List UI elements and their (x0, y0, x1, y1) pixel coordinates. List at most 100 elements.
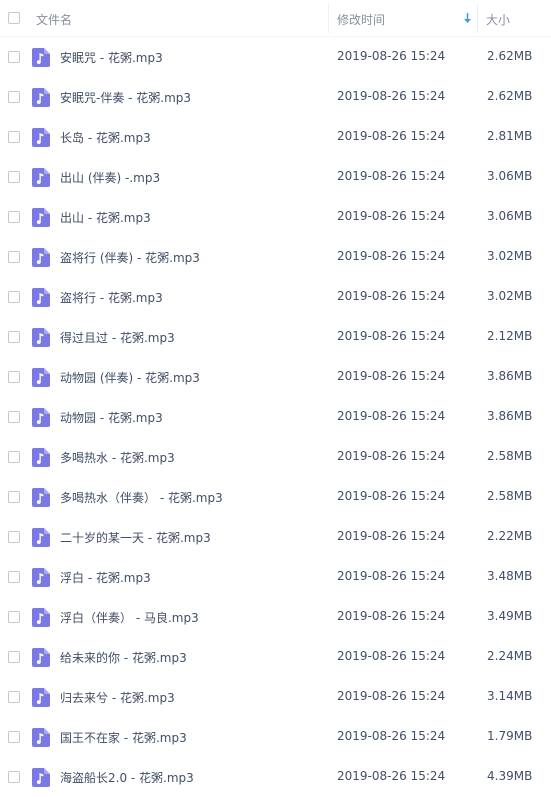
file-row[interactable]: 归去来兮 - 花粥.mp3 2019-08-26 15:24 3.14MB (0, 677, 551, 717)
music-file-icon (32, 608, 50, 627)
music-file-icon (32, 448, 50, 467)
row-checkbox[interactable] (8, 251, 20, 263)
file-modified-time: 2019-08-26 15:24 (337, 409, 446, 423)
file-name[interactable]: 盗将行 - 花粥.mp3 (60, 289, 163, 306)
file-modified-time: 2019-08-26 15:24 (337, 449, 446, 463)
music-file-icon (32, 328, 50, 347)
file-modified-time: 2019-08-26 15:24 (337, 369, 446, 383)
file-row[interactable]: 动物园 (伴奏) - 花粥.mp3 2019-08-26 15:24 3.86MB (0, 357, 551, 397)
row-checkbox[interactable] (8, 771, 20, 783)
column-header-name[interactable]: 文件名 (36, 11, 72, 28)
select-all-checkbox[interactable] (8, 12, 20, 24)
file-modified-time: 2019-08-26 15:24 (337, 529, 446, 543)
row-checkbox[interactable] (8, 611, 20, 623)
music-file-icon (32, 368, 50, 387)
file-row[interactable]: 盗将行 - 花粥.mp3 2019-08-26 15:24 3.02MB (0, 277, 551, 317)
column-divider[interactable] (328, 4, 329, 33)
file-row[interactable]: 多喝热水 - 花粥.mp3 2019-08-26 15:24 2.58MB (0, 437, 551, 477)
file-size: 3.06MB (487, 209, 533, 223)
column-header-size[interactable]: 大小 (486, 11, 510, 28)
file-row[interactable]: 安眠咒 - 花粥.mp3 2019-08-26 15:24 2.62MB (0, 37, 551, 77)
row-checkbox[interactable] (8, 371, 20, 383)
file-size: 1.79MB (487, 729, 533, 743)
file-modified-time: 2019-08-26 15:24 (337, 769, 446, 783)
file-size: 2.12MB (487, 329, 533, 343)
row-checkbox[interactable] (8, 571, 20, 583)
music-file-icon (32, 728, 50, 747)
file-list-header: 文件名 修改时间 大小 (0, 0, 551, 37)
file-name[interactable]: 得过且过 - 花粥.mp3 (60, 329, 175, 346)
file-size: 2.22MB (487, 529, 533, 543)
file-name[interactable]: 归去来兮 - 花粥.mp3 (60, 689, 175, 706)
file-modified-time: 2019-08-26 15:24 (337, 249, 446, 263)
file-row[interactable]: 安眠咒-伴奏 - 花粥.mp3 2019-08-26 15:24 2.62MB (0, 77, 551, 117)
row-checkbox[interactable] (8, 131, 20, 143)
row-checkbox[interactable] (8, 491, 20, 503)
music-file-icon (32, 248, 50, 267)
file-row[interactable]: 出山 (伴奏) -.mp3 2019-08-26 15:24 3.06MB (0, 157, 551, 197)
music-file-icon (32, 688, 50, 707)
row-checkbox[interactable] (8, 651, 20, 663)
file-size: 3.48MB (487, 569, 533, 583)
file-size: 2.58MB (487, 489, 533, 503)
file-modified-time: 2019-08-26 15:24 (337, 729, 446, 743)
row-checkbox[interactable] (8, 731, 20, 743)
row-checkbox[interactable] (8, 691, 20, 703)
file-name[interactable]: 国王不在家 - 花粥.mp3 (60, 729, 187, 746)
file-name[interactable]: 出山 (伴奏) -.mp3 (60, 169, 160, 186)
file-name[interactable]: 海盗船长2.0 - 花粥.mp3 (60, 769, 194, 786)
file-list: 安眠咒 - 花粥.mp3 2019-08-26 15:24 2.62MB 安眠咒-伴奏… (0, 37, 551, 797)
row-checkbox[interactable] (8, 91, 20, 103)
file-size: 2.62MB (487, 89, 533, 103)
row-checkbox[interactable] (8, 171, 20, 183)
music-file-icon (32, 48, 50, 67)
file-row[interactable]: 给未来的你 - 花粥.mp3 2019-08-26 15:24 2.24MB (0, 637, 551, 677)
file-modified-time: 2019-08-26 15:24 (337, 609, 446, 623)
row-checkbox[interactable] (8, 291, 20, 303)
column-header-modified-time[interactable]: 修改时间 (337, 11, 385, 28)
file-row[interactable]: 得过且过 - 花粥.mp3 2019-08-26 15:24 2.12MB (0, 317, 551, 357)
file-size: 4.39MB (487, 769, 533, 783)
file-row[interactable]: 二十岁的某一天 - 花粥.mp3 2019-08-26 15:24 2.22MB (0, 517, 551, 557)
file-name[interactable]: 安眠咒-伴奏 - 花粥.mp3 (60, 89, 191, 106)
file-name[interactable]: 长岛 - 花粥.mp3 (60, 129, 151, 146)
sort-down-arrow-icon[interactable] (463, 12, 472, 24)
file-row[interactable]: 海盗船长2.0 - 花粥.mp3 2019-08-26 15:24 4.39MB (0, 757, 551, 797)
music-file-icon (32, 168, 50, 187)
file-name[interactable]: 多喝热水（伴奏） - 花粥.mp3 (60, 489, 223, 506)
row-checkbox[interactable] (8, 331, 20, 343)
file-name[interactable]: 多喝热水 - 花粥.mp3 (60, 449, 175, 466)
row-checkbox[interactable] (8, 531, 20, 543)
file-name[interactable]: 盗将行 (伴奏) - 花粥.mp3 (60, 249, 200, 266)
file-name[interactable]: 动物园 (伴奏) - 花粥.mp3 (60, 369, 200, 386)
file-size: 3.02MB (487, 289, 533, 303)
row-checkbox[interactable] (8, 51, 20, 63)
row-checkbox[interactable] (8, 451, 20, 463)
file-modified-time: 2019-08-26 15:24 (337, 569, 446, 583)
file-modified-time: 2019-08-26 15:24 (337, 289, 446, 303)
file-row[interactable]: 长岛 - 花粥.mp3 2019-08-26 15:24 2.81MB (0, 117, 551, 157)
file-name[interactable]: 给未来的你 - 花粥.mp3 (60, 649, 187, 666)
file-row[interactable]: 浮白 - 花粥.mp3 2019-08-26 15:24 3.48MB (0, 557, 551, 597)
file-modified-time: 2019-08-26 15:24 (337, 89, 446, 103)
file-name[interactable]: 浮白（伴奏） - 马良.mp3 (60, 609, 199, 626)
file-name[interactable]: 安眠咒 - 花粥.mp3 (60, 49, 163, 66)
file-row[interactable]: 动物园 - 花粥.mp3 2019-08-26 15:24 3.86MB (0, 397, 551, 437)
file-modified-time: 2019-08-26 15:24 (337, 129, 446, 143)
music-file-icon (32, 128, 50, 147)
file-name[interactable]: 浮白 - 花粥.mp3 (60, 569, 151, 586)
file-row[interactable]: 盗将行 (伴奏) - 花粥.mp3 2019-08-26 15:24 3.02MB (0, 237, 551, 277)
file-row[interactable]: 多喝热水（伴奏） - 花粥.mp3 2019-08-26 15:24 2.58MB (0, 477, 551, 517)
column-divider[interactable] (477, 4, 478, 33)
file-row[interactable]: 国王不在家 - 花粥.mp3 2019-08-26 15:24 1.79MB (0, 717, 551, 757)
row-checkbox[interactable] (8, 211, 20, 223)
file-name[interactable]: 动物园 - 花粥.mp3 (60, 409, 163, 426)
file-name[interactable]: 二十岁的某一天 - 花粥.mp3 (60, 529, 211, 546)
file-row[interactable]: 浮白（伴奏） - 马良.mp3 2019-08-26 15:24 3.49MB (0, 597, 551, 637)
file-size: 3.86MB (487, 409, 533, 423)
file-name[interactable]: 出山 - 花粥.mp3 (60, 209, 151, 226)
file-size: 3.14MB (487, 689, 533, 703)
file-modified-time: 2019-08-26 15:24 (337, 49, 446, 63)
file-row[interactable]: 出山 - 花粥.mp3 2019-08-26 15:24 3.06MB (0, 197, 551, 237)
row-checkbox[interactable] (8, 411, 20, 423)
